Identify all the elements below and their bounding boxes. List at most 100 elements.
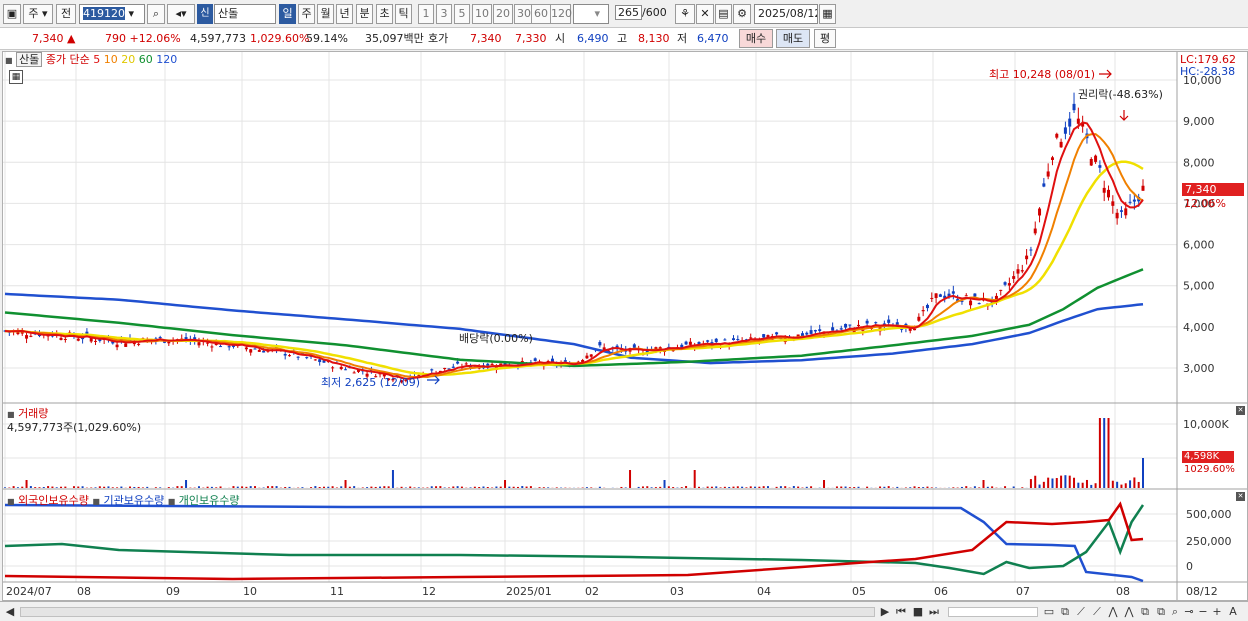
volume-bar bbox=[430, 486, 433, 488]
interval-20[interactable]: 20 bbox=[493, 4, 513, 24]
interval-5[interactable]: 5 bbox=[454, 4, 470, 24]
volume-bar bbox=[42, 487, 45, 488]
window-icon[interactable]: ▭ bbox=[1042, 605, 1056, 619]
interval-120[interactable]: 120 bbox=[550, 4, 572, 24]
candle-body bbox=[999, 289, 1003, 291]
volume-bar bbox=[663, 480, 666, 488]
volume-bar bbox=[197, 486, 200, 488]
trend-icon[interactable]: ⋀ bbox=[1106, 605, 1120, 619]
scroll-left-icon[interactable]: ◀ bbox=[3, 605, 17, 619]
count-total: /600 bbox=[642, 6, 667, 19]
price-tick-label: 5,000 bbox=[1183, 280, 1215, 293]
candle-body bbox=[684, 341, 688, 345]
search-icon[interactable]: ⌕ bbox=[1168, 605, 1182, 619]
market-select[interactable]: 주 ▾ bbox=[23, 4, 53, 24]
period-month[interactable]: 월 bbox=[317, 4, 334, 24]
interval-input[interactable]: ▾ bbox=[573, 4, 609, 24]
interval-1[interactable]: 1 bbox=[418, 4, 434, 24]
volume-bar bbox=[1051, 478, 1054, 488]
date-field[interactable]: 2025/08/12 bbox=[754, 4, 818, 24]
font-size-icon[interactable]: A bbox=[1226, 605, 1240, 619]
layout-icon[interactable]: ▣ bbox=[3, 4, 21, 24]
trend-icon[interactable]: ⋀ bbox=[1122, 605, 1136, 619]
buy-button[interactable]: 매수 bbox=[739, 29, 773, 48]
search-icon[interactable]: ⌕ bbox=[147, 4, 165, 24]
gear-icon[interactable]: ⚙ bbox=[733, 4, 751, 24]
sell-button[interactable]: 매도 bbox=[776, 29, 810, 48]
close-icon[interactable]: ✕ bbox=[1236, 492, 1245, 501]
window-icon[interactable]: ⧉ bbox=[1058, 605, 1072, 619]
period-second[interactable]: 초 bbox=[376, 4, 393, 24]
volume-bar bbox=[25, 480, 28, 488]
chart-area[interactable]: 10,000 9,000 8,000 7,000 6,000 5,000 4,000 3,00… bbox=[2, 51, 1248, 601]
period-minute[interactable]: 분 bbox=[356, 4, 373, 24]
volume-bar bbox=[284, 487, 287, 488]
candle-body bbox=[1050, 157, 1054, 160]
candle-body bbox=[464, 363, 468, 365]
volume-bar bbox=[529, 486, 532, 488]
ma10-label: 10 bbox=[103, 53, 118, 66]
period-day[interactable]: 일 bbox=[279, 4, 296, 24]
x-tick-label: 12 bbox=[422, 585, 436, 598]
candle-body bbox=[1098, 165, 1102, 168]
kind-button[interactable]: 전 bbox=[56, 4, 76, 24]
scroll-right-icon[interactable]: ▶ bbox=[878, 605, 892, 619]
candle-icon[interactable]: ⚘ bbox=[675, 4, 695, 24]
candle-body bbox=[533, 358, 537, 361]
close-icon[interactable]: ✕ bbox=[1236, 406, 1245, 415]
candle-body bbox=[938, 294, 942, 297]
window-icon[interactable]: ⧉ bbox=[1138, 605, 1152, 619]
draw-icon[interactable]: ⟋ bbox=[1074, 605, 1088, 619]
save-icon[interactable]: ▤ bbox=[715, 4, 732, 24]
stock-name-field[interactable]: 산돌 bbox=[214, 4, 276, 24]
interval-3[interactable]: 3 bbox=[436, 4, 452, 24]
draw-icon[interactable]: ⟋ bbox=[1090, 605, 1104, 619]
zoom-slider[interactable] bbox=[948, 607, 1038, 617]
speaker-icon[interactable]: ◂▾ bbox=[167, 4, 195, 24]
x-tick-label: 08/12 bbox=[1186, 585, 1218, 598]
zoom-in-icon[interactable]: + bbox=[1210, 605, 1224, 619]
volume-bar bbox=[978, 487, 981, 488]
volume-bar bbox=[34, 487, 37, 488]
volume-bar bbox=[98, 486, 101, 488]
volume-bar bbox=[116, 487, 119, 488]
candle-body bbox=[318, 359, 322, 363]
volume-bar bbox=[840, 486, 843, 488]
pin-icon[interactable]: ⊸ bbox=[1182, 605, 1196, 619]
window-icon[interactable]: ⧉ bbox=[1154, 605, 1168, 619]
table-icon[interactable]: ▦ bbox=[9, 70, 23, 84]
volume-bar bbox=[301, 487, 304, 488]
period-tick[interactable]: 틱 bbox=[395, 4, 412, 24]
eval-button[interactable]: 평 bbox=[814, 29, 836, 48]
count-field[interactable]: 265/600 bbox=[612, 4, 668, 24]
open-price: 6,490 bbox=[577, 32, 609, 45]
candle-body bbox=[244, 347, 248, 350]
volume-bar bbox=[322, 486, 325, 488]
stop-icon[interactable]: ■ bbox=[911, 605, 925, 619]
candle-body bbox=[1076, 118, 1080, 124]
candle-body bbox=[1012, 276, 1016, 279]
turnover-ratio: 59.14% bbox=[306, 32, 348, 45]
rewind-icon[interactable]: ⏮ bbox=[894, 605, 908, 619]
crosshair-icon[interactable]: ✕ bbox=[696, 4, 714, 24]
period-year[interactable]: 년 bbox=[336, 4, 353, 24]
period-week[interactable]: 주 bbox=[298, 4, 315, 24]
candle-body bbox=[124, 343, 128, 347]
candle-body bbox=[857, 324, 860, 326]
forward-icon[interactable]: ⏭ bbox=[927, 605, 941, 619]
stock-code-input[interactable]: 419120 ▾ bbox=[79, 4, 145, 24]
zoom-out-icon[interactable]: − bbox=[1196, 605, 1210, 619]
volume-bar bbox=[288, 486, 291, 488]
volume-bar bbox=[1107, 418, 1110, 488]
scrollbar-track[interactable] bbox=[20, 607, 875, 617]
interval-60[interactable]: 60 bbox=[531, 4, 551, 24]
volume-bar bbox=[745, 487, 748, 488]
volume-bar bbox=[672, 487, 675, 488]
stock-tab[interactable]: 산돌 bbox=[16, 52, 43, 67]
ma120-label: 120 bbox=[156, 53, 178, 66]
volume-bar bbox=[1090, 484, 1093, 488]
candle-body bbox=[94, 340, 98, 342]
calendar-icon[interactable]: ▦ bbox=[819, 4, 836, 24]
volume-bar bbox=[620, 486, 623, 488]
interval-10[interactable]: 10 bbox=[472, 4, 492, 24]
